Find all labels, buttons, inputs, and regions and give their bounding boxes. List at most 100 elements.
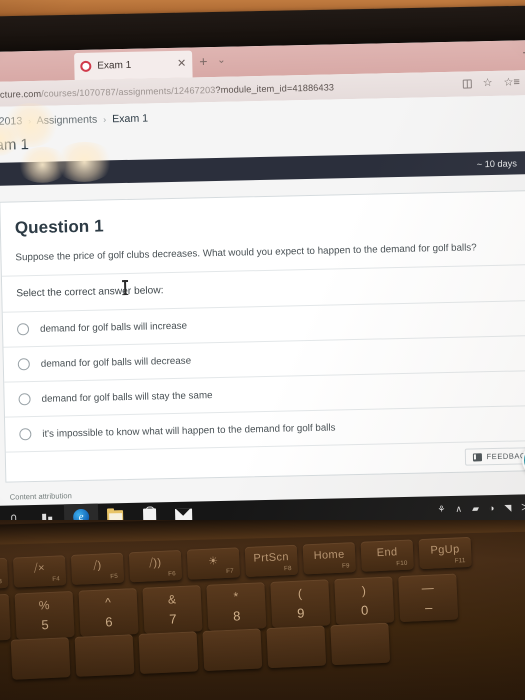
key-f4[interactable]: ⧸× F4 <box>12 555 67 588</box>
key-glyph: ▷|| <box>0 564 8 579</box>
key-glyph: 8 <box>232 608 241 624</box>
laptop-photo-scene: Exam 1 ✕ + ⌄ tructure.com/courses/107078… <box>0 0 525 700</box>
feedback-button[interactable]: FEEDBAC <box>464 447 525 466</box>
canvas-logo-icon <box>80 60 92 72</box>
favorite-star-icon[interactable]: ☆ <box>483 77 493 89</box>
answer-option-label: demand for golf balls will stay the same <box>41 389 213 405</box>
answer-option-label: demand for golf balls will increase <box>39 320 188 335</box>
key-shift-glyph: % <box>38 597 50 613</box>
breadcrumb-course[interactable]: N-2013 <box>0 115 22 128</box>
new-tab-button[interactable]: + <box>199 53 208 69</box>
close-icon[interactable]: ✕ <box>177 58 186 70</box>
key-shift-glyph: ^ <box>104 595 112 610</box>
key-shift-glyph: ) <box>361 583 367 598</box>
url-query: ?module_item_id=41886433 <box>215 81 335 95</box>
key-shift-glyph: * <box>233 589 239 604</box>
key-f5[interactable]: ⧸) F5 <box>70 552 125 585</box>
key-8[interactable]: * 8 <box>206 582 267 631</box>
key-glyph: 5 <box>41 617 49 633</box>
key-glyph: PgUp <box>430 543 460 557</box>
key-fn-label: F10 <box>396 559 408 568</box>
key-glyph: 0 <box>360 602 369 618</box>
volume-up-icon: ⧸)) <box>148 556 162 570</box>
show-hidden-icons-chevron[interactable]: ∧ <box>455 503 462 513</box>
key-f3[interactable]: ▷|| F3 <box>0 557 9 591</box>
key-fn-label: F9 <box>341 562 350 570</box>
key-partial[interactable] <box>266 625 327 669</box>
key-f6[interactable]: ⧸)) F6 <box>128 549 183 583</box>
key-7[interactable]: & 7 <box>142 585 203 634</box>
key-pgup[interactable]: PgUp F11 <box>418 536 472 570</box>
url-text: tructure.com/courses/1070787/assignments… <box>0 82 334 100</box>
breadcrumb-separator: › <box>28 116 32 127</box>
radio-button[interactable] <box>16 323 30 336</box>
key-home[interactable]: Home F9 <box>302 542 356 575</box>
key-fn-label: F11 <box>454 557 466 565</box>
url-domain: tructure.com <box>0 88 42 100</box>
reading-view-icon[interactable] <box>462 79 472 89</box>
key-glyph: – <box>424 599 433 615</box>
key-shift-glyph: ( <box>297 586 303 601</box>
key-partial[interactable] <box>138 631 199 674</box>
url-path: /courses/1070787/assignments/12467203 <box>41 84 216 99</box>
canvas-page: N-2013 › Assignments › Exam 1 xam 1 ~ 10… <box>0 94 525 532</box>
key-partial[interactable] <box>74 634 135 677</box>
breadcrumb-separator-2: › <box>103 114 107 125</box>
question-card: Question 1 Suppose the price of golf clu… <box>0 190 525 483</box>
add-favorites-icon[interactable]: ☆≡ <box>503 76 520 88</box>
radio-button[interactable] <box>17 358 30 371</box>
key-fn-label: F4 <box>52 575 61 583</box>
key-shift-glyph: & <box>167 592 177 607</box>
key-glyph: 6 <box>105 614 113 630</box>
key-glyph: PrtScn <box>253 551 290 565</box>
wifi-icon[interactable]: ◥ <box>504 502 511 512</box>
key-glyph: 4 <box>0 619 10 637</box>
key-partial[interactable] <box>330 622 391 666</box>
key-fn-label: F5 <box>110 572 119 581</box>
key-fn-label: F8 <box>283 564 292 573</box>
answer-option-label: demand for golf balls will decrease <box>40 355 192 370</box>
key-end[interactable]: End F10 <box>360 539 414 572</box>
chevron-down-icon[interactable]: ⌄ <box>217 55 226 66</box>
radio-button[interactable] <box>19 428 32 441</box>
keyboard: ▷|| F3 ⧸× F4 ⧸) F5 ⧸)) F6 ☀ F7 <box>0 521 525 700</box>
browser-toolbar-icons: ☆ ☆≡ ℒ <box>462 70 525 97</box>
key-fn-label: F7 <box>226 567 234 575</box>
key-partial[interactable] <box>202 628 263 672</box>
laptop-base: ▷|| F3 ⧸× F4 ⧸) F5 ⧸)) F6 ☀ F7 <box>0 520 525 700</box>
tray-icon-0[interactable]: ⚘ <box>437 504 445 514</box>
feedback-label: FEEDBAC <box>486 451 525 462</box>
key-9[interactable]: ( 9 <box>270 579 331 628</box>
time-remaining: ~ 10 days <box>476 157 517 169</box>
speech-bubble-icon <box>472 453 482 462</box>
key-0[interactable]: ) 0 <box>334 576 395 625</box>
key-prtscn[interactable]: PrtScn F8 <box>244 544 299 578</box>
key-6[interactable]: ^ 6 <box>78 588 139 637</box>
tab-title: Exam 1 <box>97 59 132 72</box>
tray-icon-2[interactable]: ▰ <box>472 503 479 513</box>
battery-icon[interactable]: ◑ <box>489 503 495 513</box>
key-glyph: 7 <box>168 611 177 627</box>
key-5[interactable]: % 5 <box>14 590 75 640</box>
breadcrumb-current: Exam 1 <box>111 112 149 126</box>
key-glyph: 9 <box>296 605 305 621</box>
volume-icon[interactable]: ᐳ <box>521 502 525 512</box>
key-shift-glyph: $ <box>0 600 9 617</box>
key-fn-label: F3 <box>0 578 3 586</box>
volume-down-icon: ⧸) <box>93 559 102 572</box>
breadcrumb-assignments[interactable]: Assignments <box>36 114 97 127</box>
system-tray: ⚘ ∧ ▰ ◑ ◥ ᐳ 8:1 9/9 <box>437 499 525 518</box>
answer-option-label: it's impossible to know what will happen… <box>42 422 336 440</box>
key-fn-label: F6 <box>168 570 177 578</box>
browser-tab-exam-1[interactable]: Exam 1 ✕ <box>74 50 193 81</box>
key-minus[interactable]: — – <box>398 573 459 623</box>
key-glyph: End <box>376 546 398 560</box>
keyboard-backlight-icon: ☀ <box>207 555 219 568</box>
radio-button[interactable] <box>18 393 31 406</box>
key-f7[interactable]: ☀ F7 <box>186 547 241 580</box>
mute-icon: ⧸× <box>33 562 46 575</box>
key-glyph: Home <box>313 548 345 562</box>
key-4[interactable]: $ 4 <box>0 593 11 643</box>
key-partial[interactable] <box>10 637 71 680</box>
laptop-screen: Exam 1 ✕ + ⌄ tructure.com/courses/107078… <box>0 39 525 532</box>
